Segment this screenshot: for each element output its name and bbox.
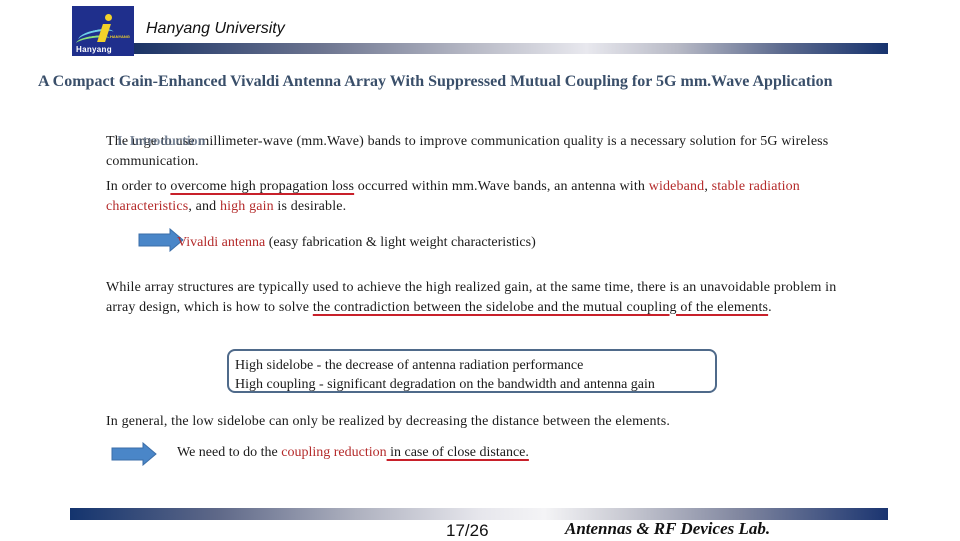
text: We need to do the <box>177 445 282 460</box>
vivaldi-line: Vivaldi antenna (easy fabrication & ligh… <box>177 235 536 251</box>
underlined-text: the contradiction between the sidelobe a… <box>312 299 769 315</box>
section-heading: I. Introduction <box>117 134 206 149</box>
paragraph-urge: The urge to use millimeter-wave (mm.Wave… <box>106 134 829 169</box>
callout-line-coupling: High coupling - significant degradation … <box>235 377 655 392</box>
logo-text: Hanyang <box>76 45 112 54</box>
underlined-text: overcome high propagation loss <box>170 179 355 194</box>
paragraph-array: While array structures are typically use… <box>106 278 846 317</box>
text: . <box>768 299 772 315</box>
page-number: 17/26 <box>446 521 489 540</box>
logo-small-text: HANYANG <box>110 34 130 39</box>
university-logo: HANYANG Hanyang <box>72 6 134 56</box>
callout-box: High sidelobe - the decrease of antenna … <box>227 349 717 393</box>
text: In order to <box>106 179 171 194</box>
text: (easy fabrication & light weight charact… <box>265 235 536 250</box>
callout-line-sidelobe: High sidelobe - the decrease of antenna … <box>235 358 584 373</box>
lab-name: Antennas & RF Devices Lab. <box>565 519 771 538</box>
paragraph-general: In general, the low sidelobe can only be… <box>106 414 670 429</box>
university-name: Hanyang University <box>146 20 285 37</box>
text: , <box>704 179 712 194</box>
text: occurred within mm.Wave bands, an antenn… <box>354 179 649 194</box>
text: , and <box>188 198 220 214</box>
underlined-text: in case of close distance. <box>386 445 529 460</box>
highlight-coupling-reduction: coupling reduction <box>281 445 387 460</box>
right-arrow-icon <box>111 442 157 466</box>
need-line: We need to do the coupling reduction in … <box>177 445 529 461</box>
slide-title: A Compact Gain-Enhanced Vivaldi Antenna … <box>38 73 833 90</box>
paragraph-propagation: In order to overcome high propagation lo… <box>106 177 826 216</box>
highlight-wideband: wideband <box>648 179 705 194</box>
text: is desirable. <box>273 198 347 214</box>
highlight-high-gain: high gain <box>219 198 274 214</box>
header-gradient-bar <box>134 43 888 54</box>
highlight-vivaldi: Vivaldi antenna <box>177 235 266 250</box>
logo-i-dot-icon <box>105 14 112 21</box>
